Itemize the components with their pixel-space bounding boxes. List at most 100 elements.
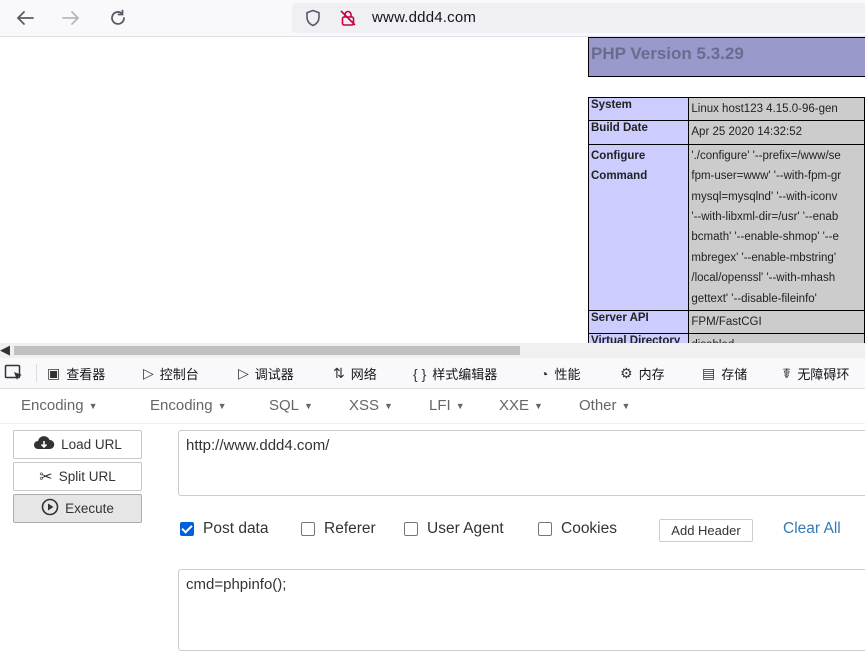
config-line: /local/openssl' '--with-mhash (691, 272, 836, 285)
menu-label: SQL (269, 397, 300, 414)
table-row: Configure Command './configure' '--prefi… (587, 143, 865, 312)
referer-checkbox[interactable]: Referer (301, 520, 376, 538)
button-label: Load URL (61, 437, 122, 452)
menu-label: Encoding (150, 397, 213, 414)
config-line: mbregex' '--enable-mbstring' (691, 251, 837, 264)
button-label: Execute (65, 501, 114, 516)
menu-label: LFI (429, 397, 451, 414)
row-key: Configure Command (587, 143, 690, 312)
tab-inspector[interactable]: ▣ 查看器 (47, 364, 105, 383)
menu-divider (0, 423, 865, 424)
menu-label: Encoding (21, 397, 84, 414)
option-label: User Agent (427, 520, 504, 537)
scrollbar-thumb[interactable] (14, 346, 520, 355)
tab-performance[interactable]: ◔ 性能 (540, 364, 580, 383)
forward-arrow-icon[interactable] (57, 5, 85, 31)
row-key: System (587, 96, 690, 122)
url-textarea-value: http://www.ddd4.com/ (186, 437, 330, 454)
phpinfo-table: System Linux host123 4.15.0-96-gen Build… (587, 96, 865, 343)
tab-label: 查看器 (66, 367, 106, 382)
reload-icon[interactable] (104, 5, 132, 31)
menu-encoding[interactable]: Encoding ▼ (150, 397, 226, 414)
cloud-download-icon (33, 436, 55, 453)
php-version-title: PHP Version 5.3.29 (591, 44, 744, 63)
post-data-value: cmd=phpinfo(); (186, 576, 287, 593)
element-picker-icon[interactable] (4, 364, 24, 385)
post-data-textarea[interactable]: cmd=phpinfo(); (178, 569, 865, 651)
row-key: Server API (587, 310, 690, 335)
tab-network[interactable]: ⇅ 网络 (333, 364, 377, 383)
row-key-line: Command (591, 170, 648, 183)
menu-xss[interactable]: XSS ▼ (349, 397, 393, 414)
table-row: Build Date Apr 25 2020 14:32:52 (587, 120, 865, 145)
menu-label: XXE (499, 397, 530, 414)
clear-all-link[interactable]: Clear All (783, 520, 841, 538)
tab-label: 内存 (638, 367, 665, 382)
caret-down-icon: ▼ (304, 401, 313, 412)
network-icon: ⇅ (333, 365, 345, 381)
tab-debugger[interactable]: ▷ 调试器 (238, 364, 294, 383)
caret-down-icon: ▼ (384, 401, 393, 412)
cookies-checkbox[interactable]: Cookies (538, 520, 617, 538)
menu-lfi[interactable]: LFI ▼ (429, 397, 465, 414)
menu-other[interactable]: Other ▼ (579, 397, 630, 414)
option-label: Cookies (561, 520, 617, 537)
config-line: bcmath' '--enable-shmop' '--e (691, 231, 839, 244)
tab-storage[interactable]: ▤ 存储 (702, 364, 747, 383)
tab-label: 样式编辑器 (432, 367, 498, 382)
table-row: Server API FPM/FastCGI (587, 310, 865, 335)
horizontal-scrollbar[interactable]: ◀ (0, 342, 865, 358)
menu-label: XSS (349, 397, 380, 414)
table-row: Virtual Directory disabled (587, 333, 865, 343)
user-agent-checkbox[interactable]: User Agent (404, 520, 504, 538)
url-bar[interactable]: www.ddd4.com (292, 3, 865, 33)
url-textarea[interactable]: http://www.ddd4.com/ (178, 430, 865, 496)
caret-down-icon: ▼ (534, 401, 543, 412)
insecure-lock-icon[interactable] (339, 9, 357, 32)
checkbox-icon[interactable] (301, 522, 315, 536)
menu-encryption[interactable]: Encoding ▼ (21, 397, 97, 414)
back-arrow-icon[interactable] (11, 5, 39, 31)
checkbox-checked-icon[interactable] (180, 522, 194, 536)
tab-accessibility[interactable]: ☤ 无障碍环 (782, 364, 849, 383)
split-url-button[interactable]: ✂ Split URL (13, 462, 142, 491)
devtools-toolbar: ▣ 查看器 ▷ 控制台 ▷ 调试器 ⇅ 网络 { } 样式编辑器 ◔ 性能 ⚙ … (0, 358, 865, 389)
option-label: Referer (324, 520, 376, 537)
execute-button[interactable]: Execute (13, 494, 142, 523)
tab-label: 性能 (554, 367, 581, 382)
tab-style-editor[interactable]: { } 样式编辑器 (413, 364, 497, 383)
caret-down-icon: ▼ (621, 401, 631, 412)
option-label: Post data (203, 520, 269, 537)
console-icon: ▷ (143, 365, 154, 381)
tab-label: 网络 (350, 367, 377, 382)
scroll-left-icon[interactable]: ◀ (0, 342, 10, 358)
tab-label: 调试器 (254, 367, 294, 382)
shield-icon[interactable] (304, 9, 322, 32)
performance-icon: ◔ (540, 365, 549, 382)
table-row: System Linux host123 4.15.0-96-gen (587, 96, 865, 122)
row-key: Virtual Directory (587, 333, 690, 343)
accessibility-icon: ☤ (782, 365, 792, 381)
menu-xxe[interactable]: XXE ▼ (499, 397, 543, 414)
button-label: Split URL (58, 469, 116, 484)
tab-memory[interactable]: ⚙ 内存 (620, 364, 665, 383)
post-data-checkbox[interactable]: Post data (180, 520, 269, 538)
tab-console[interactable]: ▷ 控制台 (143, 364, 199, 383)
config-line: fpm-user=www' '--with-fpm-gr (691, 170, 842, 183)
phpinfo-header: PHP Version 5.3.29 (588, 37, 865, 77)
caret-down-icon: ▼ (88, 401, 98, 412)
row-value: disabled (688, 333, 865, 343)
tab-label: 无障碍环 (797, 367, 850, 382)
checkbox-icon[interactable] (404, 522, 418, 536)
storage-icon: ▤ (702, 365, 716, 381)
menu-sql[interactable]: SQL ▼ (269, 397, 313, 414)
debugger-icon: ▷ (238, 365, 249, 381)
page-viewport: PHP Version 5.3.29 System Linux host123 … (0, 37, 865, 343)
checkbox-icon[interactable] (538, 522, 552, 536)
row-value: './configure' '--prefix=/www/se fpm-user… (688, 143, 865, 312)
add-header-button[interactable]: Add Header (659, 519, 753, 542)
play-circle-icon (41, 498, 59, 519)
hackbar-menu: Encoding ▼ Encoding ▼ SQL ▼ XSS ▼ LFI ▼ XXE ▼ … (0, 389, 865, 425)
row-key: Build Date (587, 120, 690, 145)
load-url-button[interactable]: Load URL (13, 430, 142, 459)
